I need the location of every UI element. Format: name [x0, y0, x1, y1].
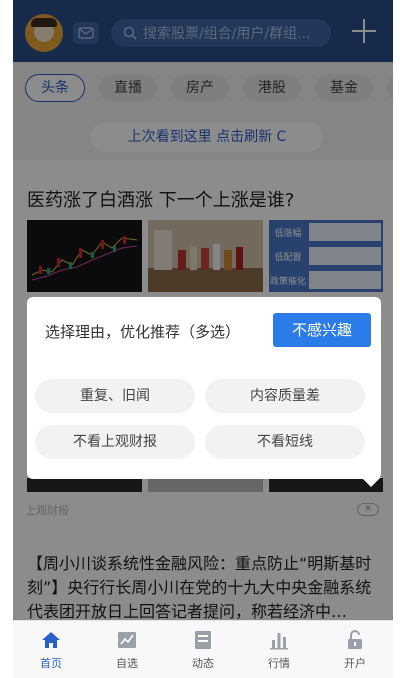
nav-label: 自选 — [116, 657, 138, 670]
nav-label: 开户 — [344, 657, 366, 670]
reason-poor-quality[interactable]: 内容质量差 — [205, 379, 365, 413]
popup-pointer — [361, 477, 381, 487]
nav-open-account[interactable]: 开户 — [317, 621, 393, 678]
reason-duplicate[interactable]: 重复、旧闻 — [35, 379, 195, 413]
popup-title: 选择理由，优化推荐（多选） — [45, 323, 241, 341]
nav-label: 动态 — [192, 657, 214, 670]
home-icon — [42, 632, 60, 648]
nav-watchlist[interactable]: 自选 — [89, 621, 165, 678]
feed-icon — [195, 631, 211, 649]
reason-block-shortterm[interactable]: 不看短线 — [205, 425, 365, 459]
nav-home[interactable]: 首页 — [13, 621, 89, 678]
bottom-nav: 首页 自选 动态 行情 开户 — [13, 620, 393, 678]
app-frame: 搜索股票/组合/用户/群组... 头条 直播 房产 港股 基金 美股 上次看到这… — [13, 0, 393, 678]
bar-chart-icon — [270, 633, 288, 650]
feedback-popup: 选择理由，优化推荐（多选） 不感兴趣 重复、旧闻 内容质量差 不看上观财报 不看… — [27, 297, 381, 479]
reason-block-source[interactable]: 不看上观财报 — [35, 425, 195, 459]
nav-feed[interactable]: 动态 — [165, 621, 241, 678]
nav-label: 行情 — [268, 657, 290, 670]
lock-icon — [348, 630, 362, 649]
nav-market[interactable]: 行情 — [241, 621, 317, 678]
nav-label: 首页 — [40, 657, 62, 670]
chart-icon — [118, 632, 136, 648]
not-interested-button[interactable]: 不感兴趣 — [273, 313, 371, 347]
